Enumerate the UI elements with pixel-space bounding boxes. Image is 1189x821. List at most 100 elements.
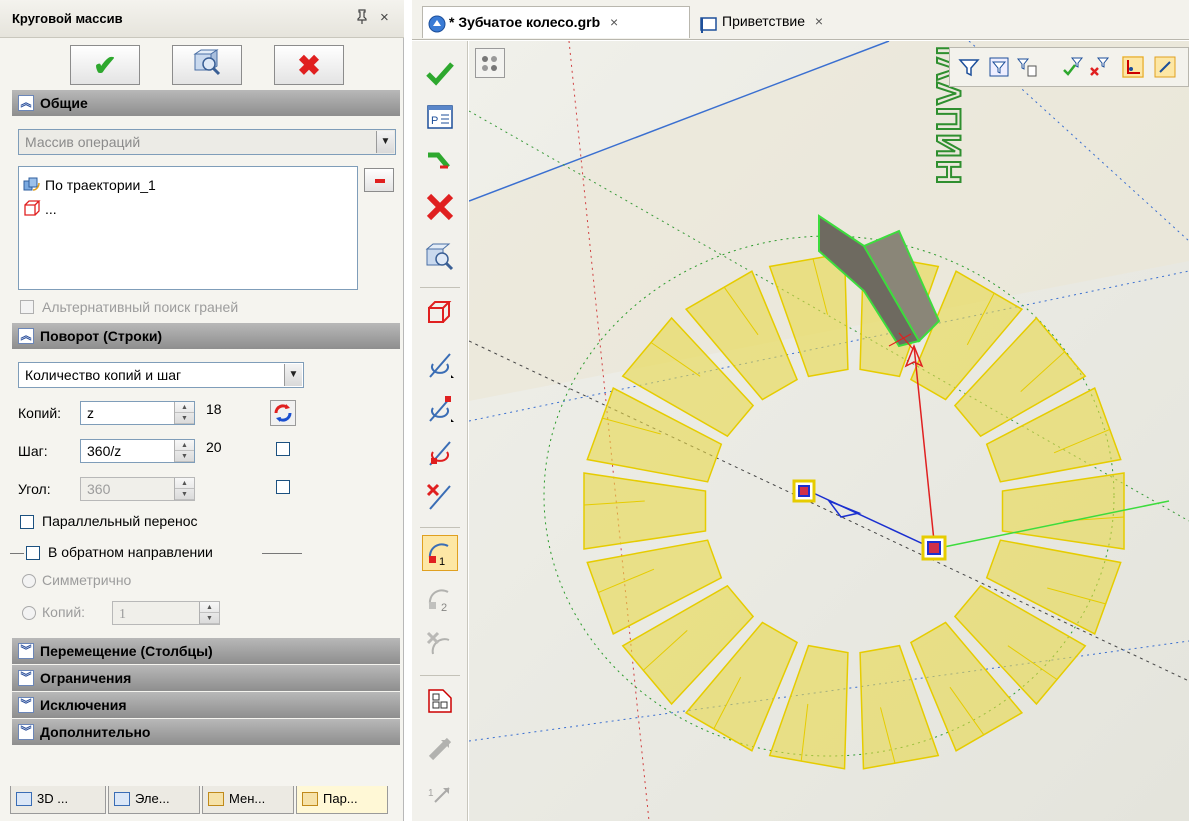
3d-viewport[interactable]: ΙΛΛΠИΗ	[469, 41, 1189, 821]
close-icon	[426, 193, 454, 221]
grid-layout-icon	[428, 689, 452, 713]
remove-axis-icon	[426, 483, 451, 510]
filter-reject-icon[interactable]	[1088, 56, 1110, 78]
expand-icon[interactable]: ︾	[18, 724, 34, 740]
ok-button[interactable]: ✔	[70, 45, 140, 85]
panel-bottom-tabs: 3D ... Эле... Мен... Пар...	[10, 786, 398, 816]
select-operation-button[interactable]	[422, 295, 458, 331]
cancel-command-button[interactable]	[422, 189, 458, 225]
reverse-direction-checkbox[interactable]	[26, 546, 40, 560]
preview-tool-button[interactable]	[422, 239, 458, 275]
alt-face-search-checkbox[interactable]	[20, 300, 34, 314]
rotation-axis-2-button[interactable]	[422, 391, 458, 427]
operations-type-value: Массив операций	[25, 134, 141, 150]
section-shift-label: Перемещение (Столбцы)	[40, 643, 213, 659]
pin-icon[interactable]	[356, 9, 368, 29]
tab-label: Эле...	[135, 791, 170, 806]
filter-box-icon[interactable]	[988, 56, 1010, 78]
sequence-button[interactable]: 1	[422, 777, 458, 813]
coordinate-snap-icon[interactable]	[1122, 56, 1144, 78]
parallel-shift-checkbox[interactable]	[20, 515, 34, 529]
tab-parameters[interactable]: Пар...	[296, 786, 388, 814]
parameters-window-icon: P	[427, 105, 453, 129]
close-tab-icon[interactable]: ×	[610, 14, 618, 30]
reverse-copies-input[interactable]: 1 ▲ ▼	[112, 601, 220, 625]
spin-stepper[interactable]: ▲ ▼	[174, 478, 194, 500]
rotation-mode-value: Количество копий и шаг	[25, 367, 182, 383]
rotation-center-icon	[429, 441, 451, 466]
remove-operation-button[interactable]	[364, 168, 394, 192]
section-general-header[interactable]: ︽ Общие	[12, 90, 400, 116]
spin-stepper[interactable]: ▲ ▼	[174, 440, 194, 462]
section-extra-header[interactable]: ︾ Дополнительно	[12, 719, 400, 745]
collapse-icon[interactable]: ︽	[18, 95, 34, 111]
rotation-center-button[interactable]	[422, 435, 458, 471]
section-shift-header[interactable]: ︾ Перемещение (Столбцы)	[12, 638, 400, 664]
remove-axis-button[interactable]	[422, 479, 458, 515]
remove-direction-button[interactable]	[422, 627, 458, 663]
parameters-button[interactable]: P	[422, 99, 458, 135]
preview-icon	[192, 48, 222, 83]
list-item[interactable]: ...	[23, 199, 57, 219]
operation-label: ...	[45, 201, 57, 217]
cancel-button[interactable]: ✖	[274, 45, 344, 85]
rotation-axis-button[interactable]	[422, 347, 458, 383]
step-value: 360/z	[87, 443, 122, 459]
tab-manager[interactable]: Мен...	[202, 786, 294, 814]
scene-canvas[interactable]: ΙΛΛΠИΗ	[469, 41, 1189, 821]
step-input[interactable]: 360/z ▲ ▼	[80, 439, 195, 463]
copies-input[interactable]: z ▲ ▼	[80, 401, 195, 425]
group-line	[10, 553, 24, 554]
section-exclusions-label: Исключения	[40, 697, 127, 713]
preview-button[interactable]	[172, 45, 242, 85]
scale-button[interactable]	[422, 731, 458, 767]
branch-arrow-icon	[428, 152, 450, 169]
expand-icon[interactable]: ︾	[18, 670, 34, 686]
expand-icon[interactable]: ︾	[18, 643, 34, 659]
step-checkbox[interactable]	[276, 442, 290, 456]
model-tree-icon	[16, 792, 32, 806]
tab-label: Мен...	[229, 791, 266, 806]
toolbar-separator	[420, 527, 460, 528]
toolbar-separator	[420, 675, 460, 676]
list-item[interactable]: По траектории_1	[23, 175, 156, 195]
spin-stepper[interactable]: ▲ ▼	[174, 402, 194, 424]
filter-accept-icon[interactable]	[1062, 56, 1084, 78]
spin-stepper[interactable]: ▲ ▼	[199, 602, 219, 624]
apply-continue-button[interactable]	[422, 143, 458, 179]
tab-gear-document[interactable]: * Зубчатое колесо.grb ×	[422, 6, 690, 38]
layout-button[interactable]	[422, 683, 458, 719]
reverse-direction-label: В обратном направлении	[48, 544, 213, 560]
columns-direction-button[interactable]: 2	[422, 581, 458, 617]
operations-type-combo[interactable]: Массив операций ▼	[18, 129, 396, 155]
cube-outline-icon	[23, 199, 41, 220]
reverse-copies-radio[interactable]	[22, 606, 36, 620]
section-limits-header[interactable]: ︾ Ограничения	[12, 665, 400, 691]
parallel-shift-label: Параллельный перенос	[42, 513, 198, 529]
rows-direction-button[interactable]: 1	[422, 535, 458, 571]
chevron-down-icon: ▼	[376, 131, 394, 153]
snap-toggle-icon[interactable]	[1154, 56, 1176, 78]
angle-input[interactable]: 360 ▲ ▼	[80, 477, 195, 501]
filter-list-icon[interactable]	[1016, 56, 1038, 78]
section-rotation-header[interactable]: ︽ Поворот (Строки)	[12, 323, 400, 349]
minus-icon	[375, 179, 385, 183]
close-panel-icon[interactable]: ×	[380, 9, 389, 26]
symmetric-radio[interactable]	[22, 574, 36, 588]
expand-icon[interactable]: ︾	[18, 697, 34, 713]
refresh-button[interactable]	[270, 400, 296, 426]
tab-elements[interactable]: Эле...	[108, 786, 200, 814]
operations-list[interactable]: По траектории_1 ...	[18, 166, 358, 290]
tab-3d-model[interactable]: 3D ...	[10, 786, 106, 814]
angle-checkbox[interactable]	[276, 480, 290, 494]
collapse-icon[interactable]: ︽	[18, 328, 34, 344]
close-tab-icon[interactable]: ×	[815, 13, 823, 29]
accept-button[interactable]	[422, 55, 458, 91]
rotation-mode-combo[interactable]: Количество копий и шаг ▼	[18, 362, 304, 388]
rotation-axis-numbered-icon	[429, 396, 454, 422]
command-toolbar: P 1 2 1	[412, 41, 468, 821]
view-orientation-button[interactable]	[475, 48, 505, 78]
filter-icon[interactable]	[958, 56, 980, 78]
tab-welcome[interactable]: Приветствие ×	[696, 6, 856, 38]
section-exclusions-header[interactable]: ︾ Исключения	[12, 692, 400, 718]
